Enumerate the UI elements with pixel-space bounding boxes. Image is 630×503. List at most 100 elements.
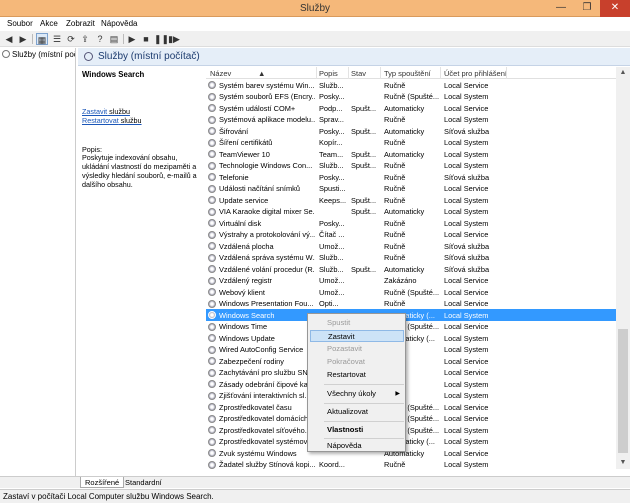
service-name-cell: Zabezpečení rodiny bbox=[219, 356, 284, 366]
gear-icon bbox=[208, 104, 216, 112]
table-row[interactable]: Vzdálené volání procedur (R... Služb... Sp… bbox=[206, 263, 630, 275]
table-row[interactable]: Zprostředkovatel času Ručně (Spušté... Loc… bbox=[206, 401, 630, 413]
table-row[interactable]: Šíření certifikátů Kopír... Ručně Local Sys… bbox=[206, 137, 630, 149]
scrollbar-thumb[interactable] bbox=[618, 329, 628, 453]
tab-extended[interactable]: Rozšířené bbox=[80, 477, 125, 488]
menu-item-properties[interactable]: Vlastnosti bbox=[310, 424, 404, 436]
table-row[interactable]: Windows Search Automaticky (... Local Syst… bbox=[206, 309, 630, 321]
gear-icon bbox=[208, 253, 216, 262]
table-row[interactable]: Webový klient Umož... Ručně (Spušté... Loca… bbox=[206, 286, 630, 298]
menu-item-help[interactable]: Nápověda bbox=[310, 440, 404, 452]
scroll-up-icon[interactable]: ▲ bbox=[616, 67, 630, 79]
table-row[interactable]: Technologie Windows Con... Služb... Spušt.… bbox=[206, 160, 630, 172]
table-row[interactable]: Wired AutoConfig ServiceRučněLocal Syste… bbox=[206, 344, 630, 356]
table-row[interactable]: Zjišťování interaktivních sl...RučněLoca… bbox=[206, 390, 630, 402]
refresh-icon[interactable]: ⟳ bbox=[65, 33, 77, 45]
back-arrow-icon[interactable]: ◀ bbox=[3, 33, 15, 45]
column-divider[interactable] bbox=[348, 67, 349, 79]
menu-item-all-tasks[interactable]: Všechny úkoly ▶ bbox=[310, 388, 404, 400]
service-status-cell: Spušt... bbox=[351, 161, 377, 170]
list-view-icon[interactable]: ☰ bbox=[51, 33, 63, 45]
link-suffix: službu bbox=[107, 107, 130, 116]
table-row[interactable]: Windows Time Ručně (Spušté... Local Servic… bbox=[206, 321, 630, 333]
menu-item-refresh[interactable]: Aktualizovat bbox=[310, 406, 404, 418]
table-row[interactable]: Zvuk systému Windows Automaticky Local Ser… bbox=[206, 447, 630, 459]
table-row[interactable]: Telefonie Posky... Ručně Síťová služba bbox=[206, 171, 630, 183]
table-row[interactable]: Systémová aplikace modelu... Sprav... Ručn… bbox=[206, 114, 630, 126]
table-row[interactable]: Vzdálená správa systému W... Služb... Ručn… bbox=[206, 252, 630, 264]
column-divider[interactable] bbox=[380, 67, 381, 79]
menu-item-start: Spustit bbox=[327, 318, 351, 327]
service-description-cell: Služb... bbox=[319, 161, 344, 170]
column-divider[interactable] bbox=[316, 67, 317, 79]
service-account-cell: Local Service bbox=[444, 276, 489, 285]
table-row[interactable]: Žadatel služby Stínová kopi... Koord... Ru… bbox=[206, 459, 630, 469]
restart-service-icon[interactable]: ▮▶ bbox=[168, 33, 180, 45]
service-name-cell: Systém souborů EFS (Encry... bbox=[219, 92, 315, 101]
table-row[interactable]: Systém událostí COM+ Podp... Spušt... Autom… bbox=[206, 102, 630, 114]
table-row[interactable]: Zabezpečení rodinyRučněLocal Service bbox=[206, 355, 630, 367]
table-row[interactable]: Vzdálený registr Umož... Zakázáno Local Ser… bbox=[206, 275, 630, 287]
service-description-cell: Opti... bbox=[319, 299, 339, 308]
menu-file[interactable]: Soubor bbox=[7, 19, 33, 28]
column-name[interactable]: Název bbox=[210, 69, 231, 78]
table-row[interactable]: VIA Karaoke digital mixer Se... Spušt... A… bbox=[206, 206, 630, 218]
tree-item-services-local[interactable]: Služby (místní počít bbox=[2, 50, 75, 59]
stop-service-link[interactable]: Zastavit bbox=[82, 107, 107, 116]
service-startup-cell: Automaticky bbox=[384, 149, 425, 159]
menu-action[interactable]: Akce bbox=[40, 19, 58, 28]
table-row[interactable]: Zprostředkovatel síťového... Ručně (Spušt… bbox=[206, 424, 630, 436]
column-startup-type[interactable]: Typ spouštění bbox=[384, 69, 431, 78]
table-row[interactable]: Výstrahy a protokolování vý... Čítač ... R… bbox=[206, 229, 630, 241]
table-row[interactable]: Zprostředkovatel systémov... Automaticky … bbox=[206, 436, 630, 448]
table-row[interactable]: Zachytávání pro službu SN...RučněLocal S… bbox=[206, 367, 630, 379]
table-row[interactable]: Windows Presentation Fou... Opti... Ručně L… bbox=[206, 298, 630, 310]
service-account-cell: Síťová služba bbox=[444, 126, 490, 136]
column-description[interactable]: Popis bbox=[319, 69, 338, 78]
table-row[interactable]: Zprostředkovatel domácích... Ručně (Spušt… bbox=[206, 413, 630, 425]
maximize-button[interactable]: ❐ bbox=[574, 0, 600, 17]
table-row[interactable]: Události načítání snímků Spusti... Ručně Lo… bbox=[206, 183, 630, 195]
pause-service-icon[interactable]: ❚❚ bbox=[154, 33, 169, 45]
service-startup-cell: Automaticky bbox=[384, 103, 425, 113]
table-row[interactable]: Zásady odebrání čipové ka...RučněLocal S… bbox=[206, 378, 630, 390]
service-account-cell: Local System bbox=[444, 218, 489, 228]
column-divider[interactable] bbox=[506, 67, 507, 79]
gear-icon bbox=[208, 81, 216, 89]
properties-icon[interactable]: ▤ bbox=[108, 33, 120, 45]
table-row[interactable]: Update service Keeps... Spušt... Ručně Local… bbox=[206, 194, 630, 206]
menu-item-restart[interactable]: Restartovat bbox=[310, 369, 404, 381]
menu-view[interactable]: Zobrazit bbox=[66, 19, 95, 28]
scroll-down-icon[interactable]: ▼ bbox=[616, 457, 630, 469]
restart-service-link[interactable]: Restartovat bbox=[82, 116, 119, 125]
table-row[interactable]: Šifrování Posky... Spušt... Automaticky Síťo… bbox=[206, 125, 630, 137]
start-service-icon[interactable]: ▶ bbox=[126, 33, 138, 45]
gear-icon bbox=[208, 196, 216, 204]
tab-standard[interactable]: Standardní bbox=[121, 477, 166, 488]
export-icon[interactable]: ⇪ bbox=[79, 33, 91, 45]
minimize-button[interactable]: — bbox=[548, 0, 574, 17]
table-row[interactable]: Windows Update Automaticky (... Local Syst… bbox=[206, 332, 630, 344]
vertical-scrollbar[interactable]: ▲ ▼ bbox=[616, 67, 630, 469]
menu-item-stop[interactable]: Zastavit bbox=[310, 330, 404, 342]
stop-service-icon[interactable]: ■ bbox=[140, 33, 152, 45]
service-name-cell: Technologie Windows Con... bbox=[219, 161, 313, 170]
table-row[interactable]: Systém barev systému Win... Služb... Ručně… bbox=[206, 79, 630, 91]
service-description-cell: Posky... bbox=[319, 172, 345, 182]
table-row[interactable]: Vzdálená plocha Umož... Ručně Síťová služba bbox=[206, 240, 630, 252]
context-menu: Spustit Zastavit Pozastavit Pokračovat R… bbox=[307, 313, 406, 452]
menu-help[interactable]: Nápověda bbox=[101, 19, 137, 28]
column-log-on-as[interactable]: Účet pro přihlášení bbox=[444, 69, 507, 78]
forward-arrow-icon[interactable]: ▶ bbox=[17, 33, 29, 45]
help-icon[interactable]: ? bbox=[94, 33, 106, 45]
table-row[interactable]: Virtuální disk Posky... Ručně Local System bbox=[206, 217, 630, 229]
column-status[interactable]: Stav bbox=[351, 69, 366, 78]
console-tree-icon[interactable]: ▦ bbox=[36, 33, 48, 45]
close-button[interactable]: ✕ bbox=[600, 0, 630, 17]
service-name-cell: Systém barev systému Win... bbox=[219, 80, 315, 90]
table-row[interactable]: TeamViewer 10 Team... Spušt... Automaticky L… bbox=[206, 148, 630, 160]
column-divider[interactable] bbox=[440, 67, 441, 79]
service-name-cell: TeamViewer 10 bbox=[219, 149, 270, 159]
service-startup-cell: Ručně bbox=[384, 241, 406, 251]
table-row[interactable]: Systém souborů EFS (Encry... Posky... Ručn… bbox=[206, 91, 630, 103]
